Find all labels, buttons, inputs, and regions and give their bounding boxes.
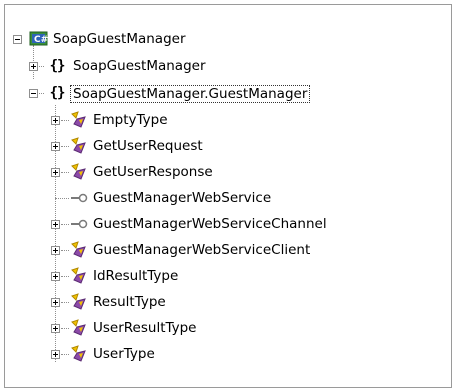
- tree-connector: [61, 224, 69, 225]
- interface-icon: [69, 189, 89, 207]
- class-icon: [69, 163, 89, 181]
- tree-view-panel: C# SoapGuestManager {} SoapGuestManager …: [4, 4, 452, 388]
- tree-node-label: SoapGuestManager: [73, 58, 206, 74]
- expand-toggle[interactable]: [29, 62, 38, 71]
- class-icon: [69, 319, 89, 337]
- tree-connector: [61, 120, 69, 121]
- tree-connector: [61, 146, 69, 147]
- tree-node-label-selected: SoapGuestManager.GuestManager: [70, 85, 311, 103]
- expand-toggle[interactable]: [51, 272, 60, 281]
- class-icon: [69, 293, 89, 311]
- tree-node-label: ResultType: [93, 294, 166, 310]
- svg-text:C#: C#: [34, 35, 48, 45]
- class-icon: [69, 241, 89, 259]
- project-icon: C#: [29, 31, 49, 47]
- tree-node-label: GuestManagerWebServiceClient: [93, 242, 311, 258]
- expand-toggle[interactable]: [51, 324, 60, 333]
- tree-node-label: GuestManagerWebService: [93, 190, 272, 206]
- expand-toggle[interactable]: [51, 168, 60, 177]
- tree-connector: [61, 276, 69, 277]
- class-icon: [69, 345, 89, 363]
- tree-connector: [61, 302, 69, 303]
- tree-connector: [61, 250, 69, 251]
- namespace-icon: {}: [49, 85, 66, 101]
- tree-connector: [61, 328, 69, 329]
- collapse-toggle[interactable]: [13, 35, 22, 44]
- expand-toggle[interactable]: [51, 220, 60, 229]
- tree-node-label: IdResultType: [93, 268, 179, 284]
- expand-toggle[interactable]: [51, 246, 60, 255]
- tree-node-label: UserResultType: [93, 320, 197, 336]
- namespace-icon: {}: [49, 58, 66, 74]
- class-icon: [69, 137, 89, 155]
- class-icon: [69, 267, 89, 285]
- interface-icon: [69, 215, 89, 233]
- class-tree: C# SoapGuestManager {} SoapGuestManager …: [5, 5, 451, 387]
- expand-toggle[interactable]: [51, 298, 60, 307]
- collapse-toggle[interactable]: [29, 89, 38, 98]
- expand-toggle[interactable]: [51, 116, 60, 125]
- expand-toggle[interactable]: [51, 142, 60, 151]
- tree-node-label: GetUserResponse: [93, 164, 213, 180]
- tree-connector: [61, 354, 69, 355]
- tree-node-label: GuestManagerWebServiceChannel: [93, 216, 327, 232]
- tree-node-label: EmptyType: [93, 112, 168, 128]
- tree-node-label: GetUserRequest: [93, 138, 203, 154]
- expand-toggle[interactable]: [51, 350, 60, 359]
- tree-node-label: UserType: [93, 346, 155, 362]
- tree-connector: [61, 172, 69, 173]
- tree-node-label: SoapGuestManager: [53, 31, 186, 47]
- tree-connector: [55, 198, 69, 199]
- class-icon: [69, 111, 89, 129]
